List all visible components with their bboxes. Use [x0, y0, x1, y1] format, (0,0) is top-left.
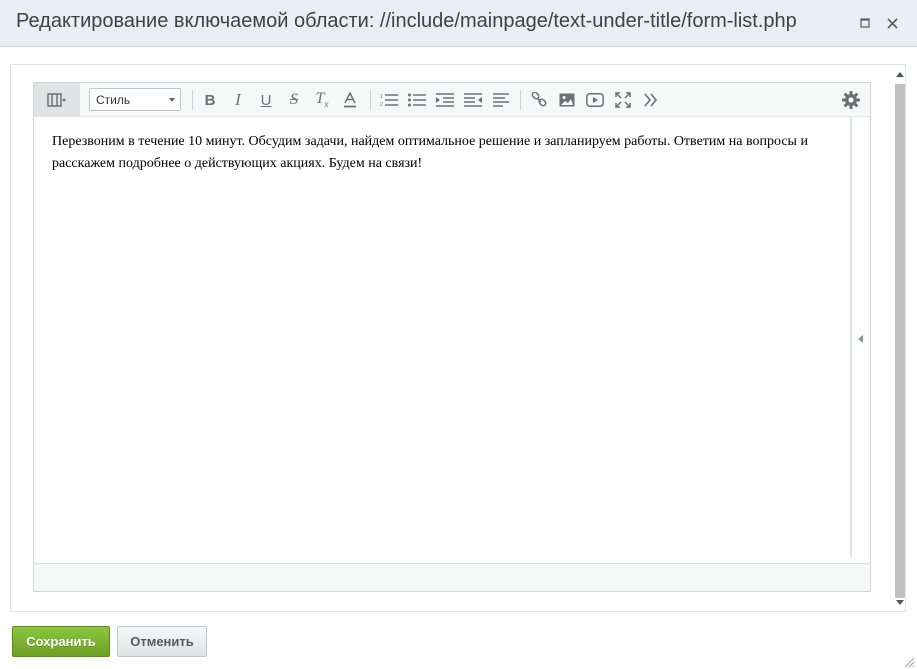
dialog-title: Редактирование включаемой области: //inc…	[16, 10, 797, 32]
editor-toolbar: Стиль B I U S Tx 1 2	[34, 83, 870, 117]
editor-side-panel-toggle	[850, 117, 870, 557]
unordered-list-icon[interactable]	[407, 90, 427, 110]
ordered-list-icon[interactable]: 1 2	[379, 90, 399, 110]
save-button[interactable]: Сохранить	[12, 626, 110, 657]
bold-icon[interactable]: B	[200, 90, 220, 110]
double-chevron-right-icon[interactable]	[641, 90, 661, 110]
underline-icon[interactable]: U	[256, 90, 276, 110]
outdent-icon[interactable]	[463, 90, 483, 110]
style-select-value: Стиль	[96, 92, 131, 107]
scrollbar-thumb[interactable]	[895, 84, 905, 598]
cancel-button[interactable]: Отменить	[117, 626, 207, 657]
scroll-up-icon[interactable]	[896, 72, 904, 77]
close-icon[interactable]	[883, 14, 901, 32]
indent-icon[interactable]	[435, 90, 455, 110]
resize-grip-icon[interactable]	[903, 655, 915, 668]
toolbar-divider	[192, 90, 193, 110]
gear-icon[interactable]	[841, 90, 861, 110]
editor-statusbar	[34, 563, 870, 591]
vertical-scrollbar[interactable]	[893, 64, 907, 612]
link-icon[interactable]	[529, 90, 549, 110]
editor-content-area[interactable]: Перезвоним в течение 10 минут. Обсудим з…	[34, 117, 850, 563]
dialog-titlebar[interactable]: Редактирование включаемой области: //inc…	[0, 0, 917, 47]
strikethrough-icon[interactable]: S	[284, 90, 304, 110]
view-mode-icon[interactable]	[34, 83, 80, 116]
svg-text:2: 2	[380, 102, 383, 107]
editor-text: Перезвоним в течение 10 минут. Обсудим з…	[52, 134, 808, 171]
html-editor: Стиль B I U S Tx 1 2 Перезвоним в течени…	[33, 82, 871, 592]
chevron-down-icon	[169, 98, 175, 102]
svg-text:1: 1	[380, 94, 383, 100]
style-select[interactable]: Стиль	[89, 88, 181, 111]
maximize-icon[interactable]	[856, 14, 874, 32]
clear-format-icon[interactable]: Tx	[312, 90, 332, 110]
toolbar-divider	[370, 90, 371, 110]
video-icon[interactable]	[585, 90, 605, 110]
collapse-arrow-icon[interactable]	[858, 335, 863, 343]
image-icon[interactable]	[557, 90, 577, 110]
dialog-window: Редактирование включаемой области: //inc…	[0, 0, 917, 669]
scroll-down-icon[interactable]	[896, 600, 904, 605]
toolbar-divider	[520, 90, 521, 110]
fullscreen-icon[interactable]	[613, 90, 633, 110]
align-left-icon[interactable]	[491, 90, 511, 110]
text-color-icon[interactable]	[340, 90, 360, 110]
italic-icon[interactable]: I	[228, 90, 248, 110]
